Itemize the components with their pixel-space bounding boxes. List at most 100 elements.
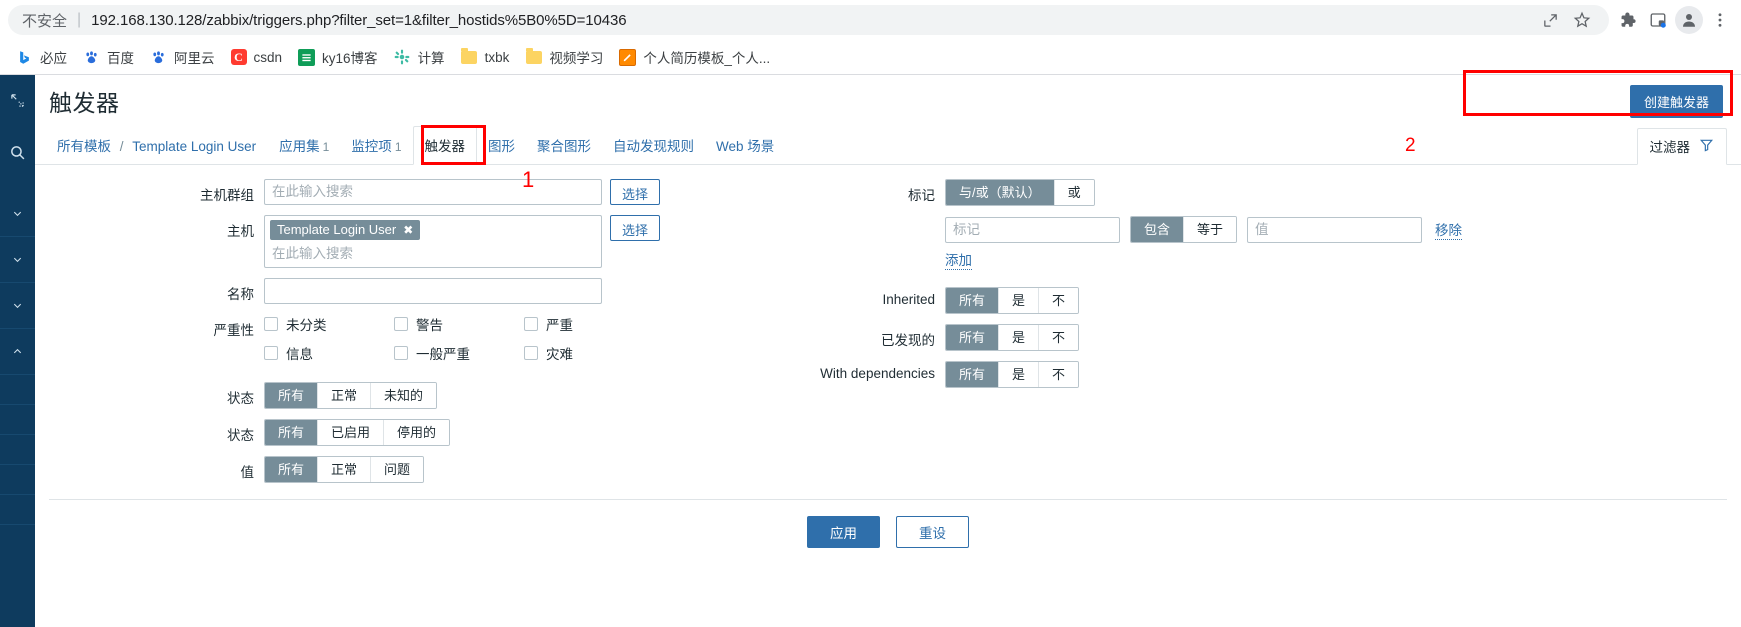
checkbox-icon[interactable] [264,346,278,360]
create-trigger-button[interactable]: 创建触发器 [1629,84,1723,118]
reset-button[interactable]: 重设 [896,516,969,548]
sidebar-subitem[interactable] [0,465,35,495]
discovered-option-yes[interactable]: 是 [998,325,1039,350]
tags-evaltype-or[interactable]: 或 [1053,180,1094,205]
status-option-all[interactable]: 所有 [265,420,318,445]
tab-items[interactable]: 监控项 1 [340,127,412,164]
severity-checkbox-information[interactable]: 信息 [264,343,394,363]
inherited-segmented-control[interactable]: 所有 是 不 [945,287,1080,314]
bookmark-item[interactable]: txbk [455,45,520,70]
bookmark-item[interactable]: 视频学习 [519,43,613,71]
host-multiselect[interactable]: Template Login User ✖ [264,215,602,268]
tag-operator-contains[interactable]: 包含 [1131,217,1184,242]
bookmark-item[interactable]: 计算 [388,43,455,71]
filter-tab[interactable]: 过滤器 [1636,128,1727,165]
csdn-icon: C [230,49,247,65]
breadcrumb-all-templates[interactable]: 所有模板 [57,139,111,154]
sidebar-menu-reports[interactable] [0,283,35,329]
sidebar-menu-configuration[interactable] [0,329,35,375]
hostgroup-input[interactable] [270,181,596,203]
host-chip[interactable]: Template Login User ✖ [270,220,421,240]
severity-checkbox-average[interactable]: 一般严重 [394,343,524,363]
name-input[interactable] [264,278,602,304]
tag-operator-equals[interactable]: 等于 [1183,217,1237,242]
collapse-sidebar-icon[interactable] [0,83,35,117]
extensions-icon[interactable] [1615,7,1641,33]
sidebar-subitem[interactable] [0,435,35,465]
state-segmented-control[interactable]: 所有 正常 未知的 [264,382,438,409]
bookmark-item[interactable]: 阿里云 [144,43,225,71]
status-option-enabled[interactable]: 已启用 [317,420,384,445]
bookmark-item[interactable]: C csdn [225,45,293,69]
value-option-ok[interactable]: 正常 [317,457,371,482]
sidebar-menu-monitoring[interactable] [0,191,35,237]
star-icon[interactable] [1569,7,1595,33]
tab-discovery-rules[interactable]: 自动发现规则 [602,127,705,164]
state-option-unknown[interactable]: 未知的 [370,383,437,408]
search-icon[interactable] [0,135,35,169]
value-option-all[interactable]: 所有 [265,457,318,482]
tab-triggers[interactable]: 触发器 [412,126,477,165]
inherited-option-yes[interactable]: 是 [998,288,1039,313]
profile-icon[interactable] [1675,6,1703,34]
bookmark-item[interactable]: 百度 [77,43,144,71]
tab-graphs[interactable]: 图形 [477,127,526,164]
severity-checkbox-high[interactable]: 严重 [524,314,654,334]
bookmark-item[interactable]: ky16博客 [292,43,388,71]
bookmark-item[interactable]: 个人简历模板_个人... [613,43,780,71]
inherited-option-all[interactable]: 所有 [946,288,999,313]
value-option-problem[interactable]: 问题 [370,457,424,482]
tab-web-scenarios[interactable]: Web 场景 [705,127,785,164]
sidebar-subitem[interactable] [0,405,35,435]
apply-button[interactable]: 应用 [807,516,880,548]
checkbox-icon[interactable] [394,346,408,360]
value-segmented-control[interactable]: 所有 正常 问题 [264,456,425,483]
tab-label: 图形 [488,139,515,154]
host-select-button[interactable]: 选择 [610,215,661,241]
checkbox-icon[interactable] [524,346,538,360]
dependencies-option-no[interactable]: 不 [1038,362,1079,387]
status-option-disabled[interactable]: 停用的 [383,420,450,445]
discovered-option-no[interactable]: 不 [1038,325,1079,350]
menu-icon[interactable] [1707,7,1733,33]
breadcrumb-template-name[interactable]: Template Login User [132,139,256,154]
severity-checkbox-warning[interactable]: 警告 [394,314,524,334]
sidebar-subitem[interactable] [0,375,35,405]
tags-evaltype-andor[interactable]: 与/或（默认） [946,180,1054,205]
dependencies-option-all[interactable]: 所有 [946,362,999,387]
tags-evaltype-control[interactable]: 与/或（默认） 或 [945,179,1095,206]
tab-screens[interactable]: 聚合图形 [526,127,602,164]
address-bar[interactable]: 不安全 | 192.168.130.128/zabbix/triggers.ph… [8,5,1609,35]
hostgroup-select-button[interactable]: 选择 [610,179,661,205]
share-icon[interactable] [1537,7,1563,33]
discovered-option-all[interactable]: 所有 [946,325,999,350]
checkbox-icon[interactable] [524,317,538,331]
value-label: 值 [240,465,255,480]
tag-remove-link[interactable]: 移除 [1435,219,1463,240]
hostgroup-multiselect[interactable] [264,179,602,205]
tab-label: Web 场景 [716,139,775,154]
dependencies-option-yes[interactable]: 是 [998,362,1039,387]
sidepanel-icon[interactable] [1645,7,1671,33]
sidebar-subitem[interactable] [0,495,35,525]
severity-checkbox-not-classified[interactable]: 未分类 [264,314,394,334]
checkbox-icon[interactable] [264,317,278,331]
close-icon[interactable]: ✖ [403,223,413,237]
tag-add-link[interactable]: 添加 [945,253,972,270]
discovered-segmented-control[interactable]: 所有 是 不 [945,324,1080,351]
tag-name-input[interactable] [945,216,1120,243]
state-option-all[interactable]: 所有 [265,383,318,408]
dependencies-segmented-control[interactable]: 所有 是 不 [945,361,1080,388]
state-option-normal[interactable]: 正常 [317,383,371,408]
severity-checkbox-disaster[interactable]: 灾难 [524,343,654,363]
main-content: 触发器 创建触发器 所有模板 / Template Login User 应用集… [35,69,1741,627]
status-segmented-control[interactable]: 所有 已启用 停用的 [264,419,451,446]
inherited-option-no[interactable]: 不 [1038,288,1079,313]
tag-operator-control[interactable]: 包含 等于 [1130,216,1238,243]
sidebar-menu-inventory[interactable] [0,237,35,283]
tab-applications[interactable]: 应用集 1 [268,127,340,164]
host-input[interactable] [270,244,596,265]
checkbox-icon[interactable] [394,317,408,331]
tag-value-input[interactable] [1247,216,1423,243]
bookmark-item[interactable]: 必应 [10,43,77,71]
